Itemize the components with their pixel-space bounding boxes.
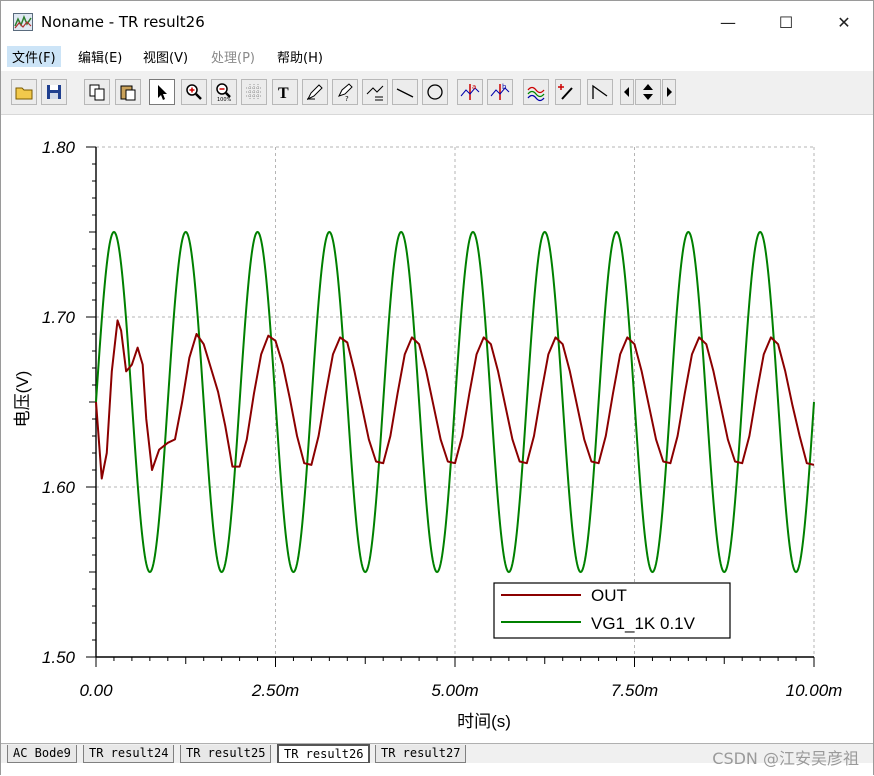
tab-tr-result26[interactable]: TR result26 [277, 744, 371, 764]
menu-view[interactable]: 视图(V) [138, 46, 193, 67]
scroll-updown-button[interactable] [635, 79, 661, 105]
paste-button[interactable] [115, 79, 141, 105]
line-tool-button[interactable] [392, 79, 418, 105]
open-button[interactable] [11, 79, 37, 105]
menu-edit[interactable]: 编辑(E) [73, 46, 127, 67]
text-icon: T [278, 85, 289, 102]
x-tick-label: 0.00 [79, 681, 113, 700]
menu-help[interactable]: 帮助(H) [272, 46, 328, 67]
x-tick-label: 10.00m [786, 681, 843, 700]
pen-label-icon: ? [338, 83, 353, 102]
waveform-chart: 0.00 2.50m 5.00m 7.50m 10.00m 1.50 1.60 1.70 1.8… [13, 138, 843, 731]
save-icon [47, 85, 61, 99]
menu-bar: 文件(F) 编辑(E) 视图(V) 处理(P) 帮助(H) [1, 43, 873, 67]
text-tool-button[interactable]: T [272, 79, 298, 105]
pen-list-button[interactable] [362, 79, 388, 105]
plot-area[interactable]: 0.00 2.50m 5.00m 7.50m 10.00m 1.50 1.60 1.70 1.8… [1, 117, 873, 743]
svg-text:T: T [278, 85, 289, 102]
legend: OUT VG1_1K 0.1V [493, 582, 731, 639]
select-pointer-button[interactable] [149, 79, 175, 105]
svg-text:100%: 100% [217, 97, 232, 102]
y-tick-label: 1.50 [42, 648, 76, 667]
minimize-button[interactable]: — [699, 1, 757, 43]
title-bar: Noname - TR result26 — ☐ ✕ [1, 1, 873, 43]
curves-icon [527, 86, 545, 102]
marker-icon [558, 84, 573, 100]
scroll-left-button[interactable] [620, 79, 634, 105]
pen-tool-button[interactable] [302, 79, 328, 105]
x-tick-label: 2.50m [251, 681, 299, 700]
scroll-updown-icon [643, 84, 653, 100]
minimize-icon: — [720, 12, 736, 32]
ramp-button[interactable] [587, 79, 613, 105]
menu-process[interactable]: 处理(P) [206, 46, 260, 67]
svg-text:?: ? [345, 95, 349, 102]
open-folder-icon [15, 87, 33, 100]
cursor-b-button[interactable]: b [487, 79, 513, 105]
circle-icon [427, 84, 443, 100]
marker-button[interactable] [555, 79, 581, 105]
cursor-a-icon: a [460, 83, 480, 100]
zoom-in-icon [186, 84, 202, 100]
x-axis-label: 时间(s) [457, 712, 511, 731]
cursor-a-button[interactable]: a [457, 79, 483, 105]
scroll-right-icon [667, 87, 672, 97]
tab-tr-result25[interactable]: TR result25 [180, 745, 272, 763]
app-icon [13, 13, 33, 31]
y-tick-label: 1.70 [42, 308, 76, 327]
copy-button[interactable] [84, 79, 110, 105]
tab-tr-result24[interactable]: TR result24 [83, 745, 175, 763]
zoom-100-button[interactable]: 100% [211, 79, 237, 105]
tab-tr-result27[interactable]: TR result27 [375, 745, 467, 763]
save-button[interactable] [41, 79, 67, 105]
close-icon: ✕ [837, 12, 851, 32]
circle-tool-button[interactable] [422, 79, 448, 105]
y-tick-label: 1.80 [42, 138, 76, 157]
pen-list-icon [366, 85, 384, 101]
legend-label-out: OUT [591, 586, 627, 605]
window-title: Noname - TR result26 [41, 13, 205, 31]
ramp-icon [592, 84, 608, 99]
toolbar: 100% T ? a b [1, 71, 873, 115]
curves-button[interactable] [523, 79, 549, 105]
cursor-b-icon: b [490, 83, 510, 100]
legend-label-vg1: VG1_1K 0.1V [591, 614, 696, 633]
pen-label-button[interactable]: ? [332, 79, 358, 105]
zoom-in-button[interactable] [181, 79, 207, 105]
copy-icon [89, 84, 105, 101]
tab-ac-bode9[interactable]: AC Bode9 [7, 745, 77, 763]
grid-icon [246, 84, 262, 100]
x-tick-label: 7.50m [611, 681, 658, 700]
pointer-icon [158, 85, 167, 100]
close-button[interactable]: ✕ [815, 1, 873, 43]
x-tick-label: 5.00m [431, 681, 478, 700]
line-icon [396, 88, 414, 98]
menu-file[interactable]: 文件(F) [7, 46, 61, 67]
watermark: CSDN @江安吴彦祖 [712, 749, 859, 768]
grid-button[interactable] [241, 79, 267, 105]
maximize-icon: ☐ [778, 12, 794, 32]
pen-icon [306, 84, 323, 101]
scroll-right-button[interactable] [662, 79, 676, 105]
svg-text:b: b [502, 83, 507, 91]
zoom-100-icon: 100% [216, 83, 232, 102]
maximize-button[interactable]: ☐ [757, 1, 815, 43]
y-tick-label: 1.60 [42, 478, 76, 497]
app-window: Noname - TR result26 — ☐ ✕ 文件(F) 编辑(E) 视… [0, 0, 874, 776]
y-axis-label: 电压(V) [13, 371, 32, 428]
paste-icon [120, 85, 136, 101]
scroll-left-icon [624, 87, 629, 97]
svg-text:a: a [472, 83, 476, 91]
